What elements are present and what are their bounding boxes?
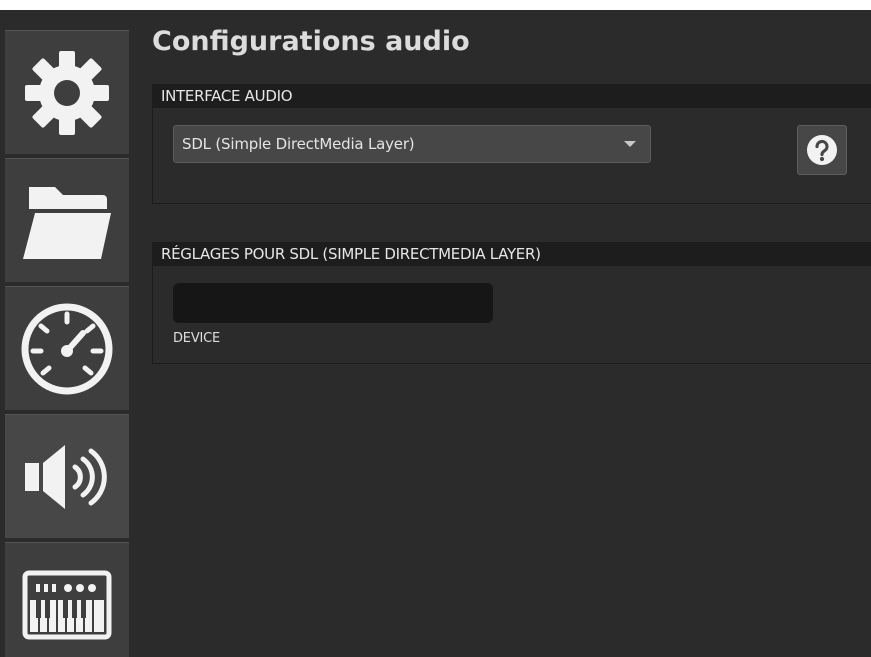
device-input[interactable] — [173, 283, 493, 323]
page-title: Configurations audio — [152, 26, 470, 57]
sidebar — [0, 10, 130, 657]
folder-icon — [23, 186, 111, 259]
interface-audio-panel: INTERFACE AUDIO SDL (Simple DirectMedia … — [152, 84, 871, 204]
sidebar-item-midi[interactable] — [5, 542, 129, 657]
audio-driver-selected-value: SDL (Simple DirectMedia Layer) — [182, 135, 415, 153]
device-label: DEVICE — [173, 331, 221, 346]
sdl-settings-panel: RÉGLAGES POUR SDL (SIMPLE DIRECTMEDIA LA… — [152, 242, 871, 364]
interface-audio-header: INTERFACE AUDIO — [153, 85, 871, 108]
sidebar-item-performance[interactable] — [5, 286, 129, 410]
sidebar-item-audio[interactable] — [5, 414, 129, 538]
question-mark-icon — [807, 135, 837, 165]
sidebar-item-folders[interactable] — [5, 158, 129, 282]
sdl-settings-header: RÉGLAGES POUR SDL (SIMPLE DIRECTMEDIA LA… — [153, 243, 871, 266]
midi-keyboard-icon — [22, 570, 112, 639]
app-window: Configurations audio INTERFACE AUDIO SDL… — [0, 10, 871, 657]
sidebar-item-settings[interactable] — [5, 30, 129, 154]
audio-driver-select[interactable]: SDL (Simple DirectMedia Layer) — [173, 125, 651, 163]
speedometer-icon — [21, 303, 113, 394]
help-button[interactable] — [797, 125, 847, 175]
speaker-icon — [25, 444, 107, 509]
chevron-down-icon — [624, 141, 636, 147]
gear-icon — [25, 50, 109, 135]
